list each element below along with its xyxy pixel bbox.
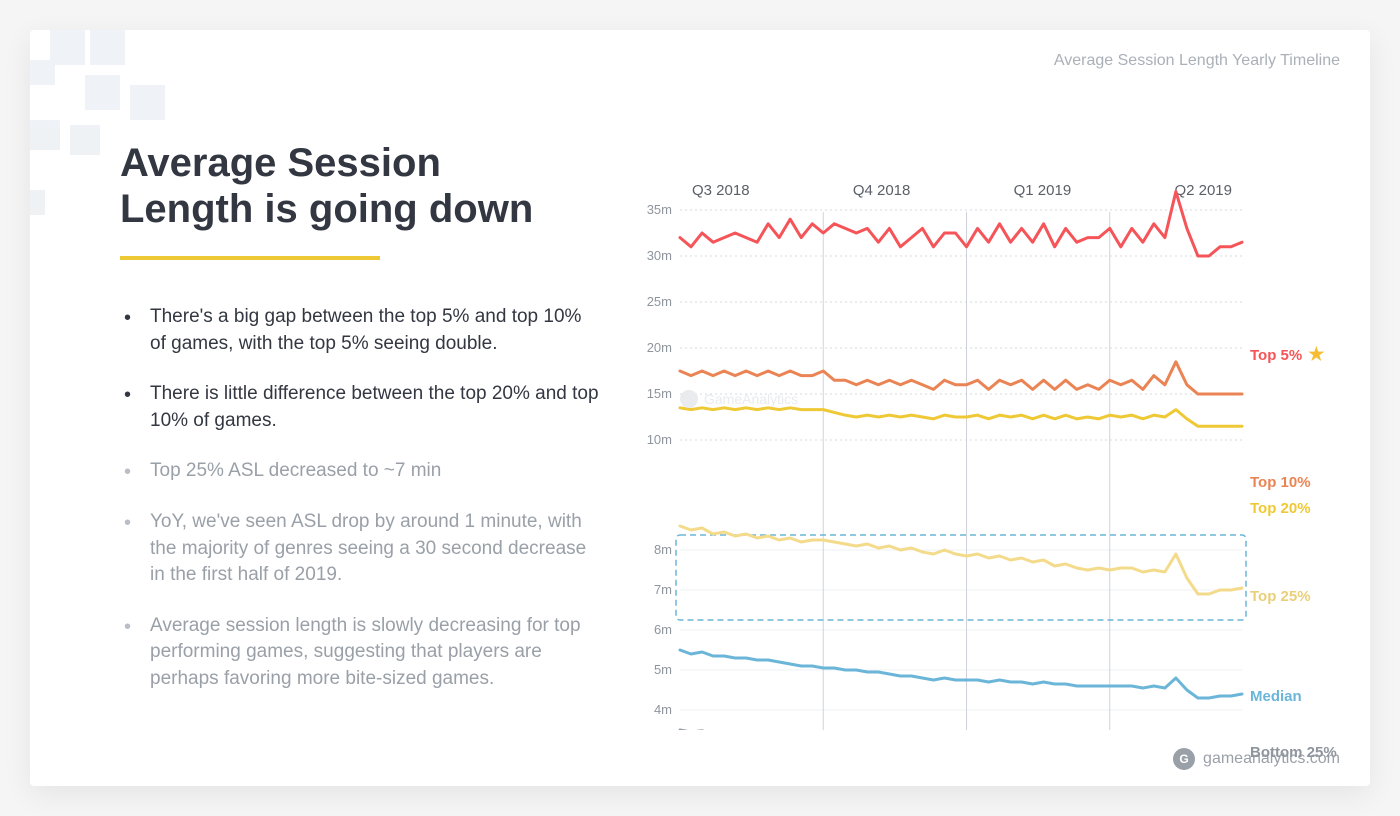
legend-top25: Top 25%: [1250, 588, 1311, 605]
legend-top5: Top 5%★: [1250, 344, 1324, 365]
svg-text:10m: 10m: [647, 432, 672, 447]
svg-text:20m: 20m: [647, 340, 672, 355]
chart-panel: Q3 2018 Q4 2018 Q1 2019 Q2 2019 GameAnal…: [630, 90, 1340, 756]
svg-text:7m: 7m: [654, 582, 672, 597]
legend-top20: Top 20%: [1250, 500, 1311, 517]
svg-text:8m: 8m: [654, 542, 672, 557]
page-title: Average Session Length is going down: [120, 140, 600, 232]
title-underline: [120, 256, 380, 260]
text-panel: Average Session Length is going down The…: [120, 90, 630, 756]
line-chart: 35m30m25m20m15m10m8m7m6m5m4m3mJulAugSepO…: [630, 170, 1330, 730]
chart-watermark: GameAnalytics: [680, 390, 798, 408]
report-card: Average Session Length Yearly Timeline A…: [30, 30, 1370, 786]
svg-text:6m: 6m: [654, 622, 672, 637]
key-points-primary: There's a big gap between the top 5% and…: [120, 304, 600, 434]
svg-text:4m: 4m: [654, 702, 672, 717]
svg-text:5m: 5m: [654, 662, 672, 677]
svg-text:30m: 30m: [647, 248, 672, 263]
legend-median: Median: [1250, 688, 1302, 705]
star-icon: ★: [1308, 344, 1324, 364]
legend-top10: Top 10%: [1250, 474, 1311, 491]
svg-text:35m: 35m: [647, 202, 672, 217]
svg-text:15m: 15m: [647, 386, 672, 401]
legend-bottom25: Bottom 25%: [1250, 744, 1337, 761]
svg-text:25m: 25m: [647, 294, 672, 309]
key-points-secondary: Top 25% ASL decreased to ~7 min YoY, we'…: [120, 458, 600, 692]
